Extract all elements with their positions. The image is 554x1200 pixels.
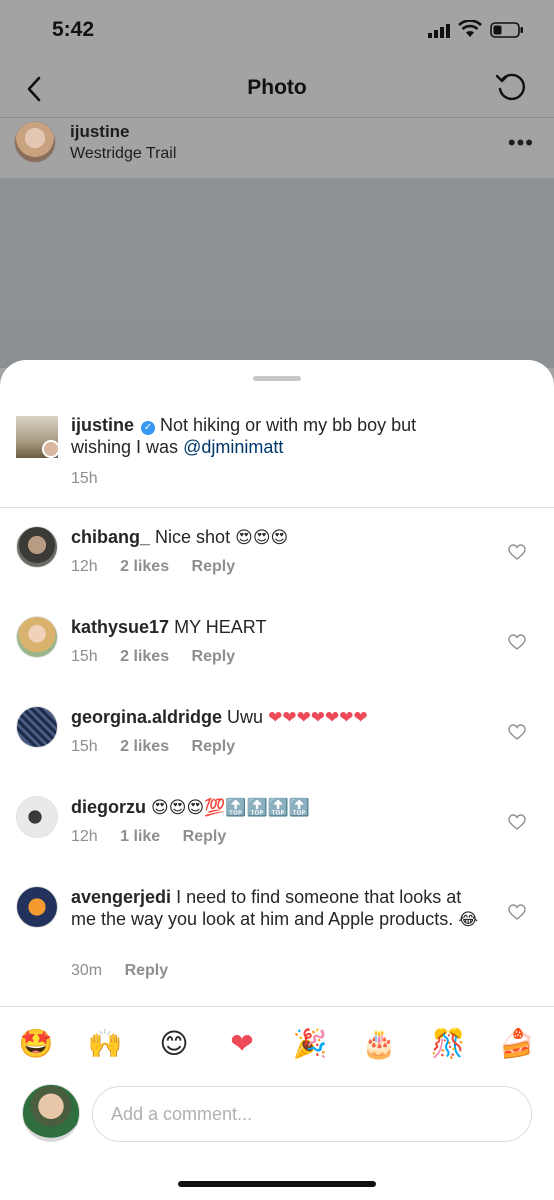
quick-emoji-raised-hands[interactable]: 🙌 xyxy=(85,1024,125,1064)
post-header: ijustine Westridge Trail ••• xyxy=(0,118,554,178)
comment-body: MY HEART xyxy=(174,617,267,637)
avatar[interactable] xyxy=(16,616,58,658)
cellular-signal-icon xyxy=(428,24,450,38)
comment-item: kathysue17 MY HEART 15h 2 likes Reply xyxy=(0,608,554,698)
reply-button[interactable]: Reply xyxy=(192,558,236,575)
comment-body: Nice shot xyxy=(155,527,231,547)
comment-timestamp: 15h xyxy=(71,738,98,755)
quick-emoji-heart[interactable]: ❤ xyxy=(222,1024,262,1064)
comment-emojis: ❤❤❤❤❤❤❤ xyxy=(268,708,368,728)
comment-text: diegorzu 😍😍😍💯🔝🔝🔝🔝 xyxy=(71,796,481,819)
status-time: 5:42 xyxy=(52,18,95,41)
caption-text: ijustine ✓ Not hiking or with my bb boy … xyxy=(71,414,471,458)
comment-body: Uwu xyxy=(227,707,264,727)
comment-username[interactable]: avengerjedi xyxy=(71,887,171,907)
divider xyxy=(0,1006,554,1007)
quick-emoji-shortcake[interactable]: 🍰 xyxy=(497,1024,537,1064)
avatar[interactable] xyxy=(14,121,56,163)
heart-outline-icon[interactable] xyxy=(508,724,526,740)
quick-emoji-confetti[interactable]: 🎊 xyxy=(428,1024,468,1064)
post-location[interactable]: Westridge Trail xyxy=(70,145,176,163)
page-title: Photo xyxy=(247,76,307,99)
comment-text: avengerjedi I need to find someone that … xyxy=(71,886,491,931)
comment-emojis: 😍😍😍 xyxy=(235,528,289,548)
comment-timestamp: 12h xyxy=(71,828,98,845)
comment-username[interactable]: georgina.aldridge xyxy=(71,707,222,727)
battery-icon xyxy=(490,22,523,38)
comment-meta: 12h 1 like Reply xyxy=(71,828,244,846)
heart-outline-icon[interactable] xyxy=(508,634,526,650)
comment-text: chibang_ Nice shot 😍😍😍 xyxy=(71,526,481,549)
comment-meta: 30m Reply xyxy=(71,962,186,980)
comment-meta: 12h 2 likes Reply xyxy=(71,558,253,576)
heart-outline-icon[interactable] xyxy=(508,814,526,830)
caption-mention-link[interactable]: @djminimatt xyxy=(183,437,283,457)
caption-avatar-badge xyxy=(42,440,60,458)
comment-emojis: 😂 xyxy=(458,910,479,930)
verified-badge-icon: ✓ xyxy=(141,421,156,435)
nav-bar: Photo xyxy=(0,60,554,118)
comment-item: chibang_ Nice shot 😍😍😍 12h 2 likes Reply xyxy=(0,518,554,608)
comment-composer xyxy=(0,1084,554,1148)
comment-username[interactable]: kathysue17 xyxy=(71,617,169,637)
status-bar: 5:42 xyxy=(0,0,554,60)
post-username[interactable]: ijustine xyxy=(70,122,130,142)
comment-likes-link[interactable]: 2 likes xyxy=(120,738,169,755)
comments-sheet: ijustine ✓ Not hiking or with my bb boy … xyxy=(0,360,554,1200)
sheet-grabber-handle[interactable] xyxy=(253,376,301,381)
avatar[interactable] xyxy=(16,796,58,838)
comment-input[interactable] xyxy=(92,1086,532,1142)
comment-text: kathysue17 MY HEART xyxy=(71,616,481,638)
comment-likes-link[interactable]: 2 likes xyxy=(120,558,169,575)
quick-emoji-smile[interactable]: 😊 xyxy=(154,1024,194,1064)
caption: ijustine ✓ Not hiking or with my bb boy … xyxy=(0,408,554,508)
reply-button[interactable]: Reply xyxy=(192,648,236,665)
quick-emoji-party-popper[interactable]: 🎉 xyxy=(290,1024,330,1064)
refresh-icon[interactable] xyxy=(494,70,528,104)
comment-item: diegorzu 😍😍😍💯🔝🔝🔝🔝 12h 1 like Reply xyxy=(0,788,554,878)
comment-meta: 15h 2 likes Reply xyxy=(71,738,253,756)
comment-username[interactable]: chibang_ xyxy=(71,527,150,547)
comment-username[interactable]: diegorzu xyxy=(71,797,146,817)
comment-emojis: 😍😍😍💯🔝🔝🔝🔝 xyxy=(151,798,311,818)
comment-item: avengerjedi I need to find someone that … xyxy=(0,878,554,998)
heart-outline-icon[interactable] xyxy=(508,904,526,920)
avatar[interactable] xyxy=(16,886,58,928)
divider xyxy=(0,507,554,508)
comment-likes-link[interactable]: 1 like xyxy=(120,828,160,845)
home-indicator[interactable] xyxy=(178,1181,376,1187)
comment-timestamp: 15h xyxy=(71,648,98,665)
heart-outline-icon[interactable] xyxy=(508,544,526,560)
reply-button[interactable]: Reply xyxy=(192,738,236,755)
comment-meta: 15h 2 likes Reply xyxy=(71,648,253,666)
avatar[interactable] xyxy=(16,526,58,568)
post-photo xyxy=(0,178,554,368)
quick-emoji-cake[interactable]: 🎂 xyxy=(359,1024,399,1064)
reply-button[interactable]: Reply xyxy=(125,962,169,979)
comment-timestamp: 12h xyxy=(71,558,98,575)
avatar xyxy=(22,1084,80,1142)
more-options-icon[interactable]: ••• xyxy=(508,130,534,156)
quick-emoji-star-struck[interactable]: 🤩 xyxy=(16,1024,56,1064)
caption-username[interactable]: ijustine xyxy=(71,415,134,435)
reply-button[interactable]: Reply xyxy=(183,828,227,845)
comment-timestamp: 30m xyxy=(71,962,103,979)
comment-text: georgina.aldridge Uwu ❤❤❤❤❤❤❤ xyxy=(71,706,481,729)
quick-emoji-bar: 🤩 🙌 😊 ❤ 🎉 🎂 🎊 🍰 xyxy=(0,1024,554,1064)
avatar[interactable] xyxy=(16,706,58,748)
comment-likes-link[interactable]: 2 likes xyxy=(120,648,169,665)
comment-item: georgina.aldridge Uwu ❤❤❤❤❤❤❤ 15h 2 like… xyxy=(0,698,554,788)
caption-timestamp: 15h xyxy=(71,470,98,487)
wifi-icon xyxy=(458,20,482,37)
